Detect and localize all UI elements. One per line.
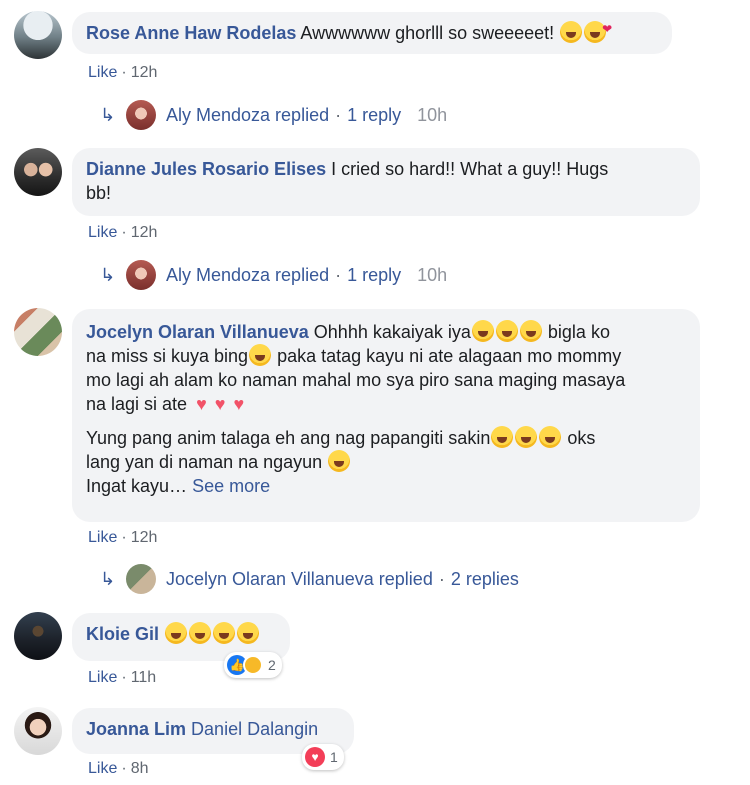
- reactions-summary[interactable]: 👍 2: [224, 652, 282, 678]
- comment-time[interactable]: 8h: [131, 760, 149, 777]
- comment-time[interactable]: 12h: [131, 529, 158, 546]
- comment-text: oks: [567, 428, 596, 448]
- comment-bubble: Rose Anne Haw Rodelas Awwwwww ghorlll so…: [72, 12, 672, 54]
- comment-text: lang yan di naman na ngayun: [86, 452, 323, 472]
- see-more-link[interactable]: See more: [192, 476, 270, 496]
- like-button[interactable]: Like: [88, 760, 117, 777]
- comment-meta: Like · 8h: [88, 760, 149, 777]
- comment-author[interactable]: Dianne Jules Rosario Elises: [86, 159, 326, 179]
- comment-text: na miss si kuya bing: [86, 346, 249, 366]
- avatar[interactable]: [14, 308, 62, 356]
- comment-author[interactable]: Rose Anne Haw Rodelas: [86, 23, 296, 43]
- heart-emoji-icon: ♥: [196, 394, 207, 414]
- replies-link[interactable]: ↳ Aly Mendoza replied · 1 reply 10h: [100, 260, 447, 290]
- replier-name[interactable]: Aly Mendoza replied: [166, 265, 329, 286]
- comment-text: Awwwwww ghorlll so sweeeeet!: [300, 23, 555, 43]
- comment-author[interactable]: Joanna Lim: [86, 719, 186, 739]
- comment-text: bb!: [86, 183, 112, 203]
- laughing-emoji-icon: [491, 426, 514, 448]
- comment-time[interactable]: 12h: [131, 224, 158, 241]
- like-button[interactable]: Like: [88, 669, 117, 686]
- laughing-emoji-icon: [328, 450, 351, 472]
- comment-text: I cried so hard!! What a guy!! Hugs: [331, 159, 609, 179]
- replier-name[interactable]: Jocelyn Olaran Villanueva replied: [166, 569, 433, 590]
- mention-link[interactable]: Daniel Dalangin: [191, 719, 318, 739]
- comment-bubble: Dianne Jules Rosario Elises I cried so h…: [72, 148, 700, 216]
- replier-name[interactable]: Aly Mendoza replied: [166, 105, 329, 126]
- like-button[interactable]: Like: [88, 64, 117, 81]
- reply-count[interactable]: 1 reply: [347, 265, 401, 286]
- comment-author[interactable]: Jocelyn Olaran Villanueva: [86, 322, 309, 342]
- comment-text: bigla ko: [547, 322, 610, 342]
- avatar[interactable]: [14, 11, 62, 59]
- reply-time: 10h: [417, 264, 448, 285]
- like-button[interactable]: Like: [88, 224, 117, 241]
- reply-count[interactable]: 2 replies: [451, 569, 519, 590]
- replies-link[interactable]: ↳ Aly Mendoza replied · 1 reply 10h: [100, 100, 447, 130]
- crying-emoji-icon: [189, 622, 212, 644]
- comment-time[interactable]: 11h: [131, 669, 157, 686]
- comment-time[interactable]: 12h: [131, 64, 158, 81]
- crying-emoji-icon: [213, 622, 236, 644]
- reaction-count: 1: [330, 749, 338, 765]
- comment-text: paka tatag kayu ni ate alagaan mo mommy: [277, 346, 622, 366]
- avatar[interactable]: [14, 612, 62, 660]
- love-reaction-icon: ♥: [305, 747, 325, 767]
- comment-bubble: Jocelyn Olaran Villanueva Ohhhh kakaiyak…: [72, 309, 700, 522]
- crying-emoji-icon: [560, 21, 583, 43]
- reply-count[interactable]: 1 reply: [347, 105, 401, 126]
- comment-meta: Like · 12h: [88, 529, 158, 546]
- comment-meta: Like · 12h: [88, 64, 158, 81]
- reactions-summary[interactable]: ♥ 1: [302, 744, 344, 770]
- heart-emoji-icon: ♥: [233, 394, 245, 414]
- crying-emoji-icon: [519, 320, 542, 342]
- reaction-count: 2: [268, 657, 276, 673]
- avatar[interactable]: [14, 148, 62, 196]
- comment-text: Yung pang anim talaga eh ang nag papangi…: [86, 428, 491, 448]
- crying-emoji-icon: [495, 320, 518, 342]
- avatar: [126, 564, 156, 594]
- crying-emoji-icon: [165, 622, 188, 644]
- avatar: [126, 260, 156, 290]
- replies-link[interactable]: ↳ Jocelyn Olaran Villanueva replied · 2 re…: [100, 564, 519, 594]
- laughing-emoji-icon: [539, 426, 562, 448]
- crying-emoji-icon: [471, 320, 494, 342]
- comment-text: mo lagi ah alam ko naman mahal mo sya pi…: [86, 370, 626, 390]
- comment-author[interactable]: Kloie Gil: [86, 624, 159, 644]
- laughing-emoji-icon: [515, 426, 538, 448]
- crying-emoji-icon: [249, 344, 272, 366]
- comment-meta: Like · 12h: [88, 224, 158, 241]
- crying-emoji-icon: [237, 622, 260, 644]
- comment-meta: Like · 11h: [88, 669, 157, 686]
- heart-eyes-emoji-icon: [584, 17, 612, 43]
- like-button[interactable]: Like: [88, 529, 117, 546]
- comment-text: Ohhhh kakaiyak iya: [313, 322, 471, 342]
- comment-text: Ingat kayu…: [86, 476, 188, 496]
- avatar: [126, 100, 156, 130]
- reply-arrow-icon: ↳: [100, 264, 116, 285]
- care-reaction-icon: [243, 655, 263, 675]
- reply-arrow-icon: ↳: [100, 104, 116, 125]
- comment-text: na lagi si ate: [86, 394, 188, 414]
- heart-emoji-icon: ♥: [214, 394, 226, 414]
- avatar[interactable]: [14, 707, 62, 755]
- reply-arrow-icon: ↳: [100, 568, 116, 589]
- reply-time: 10h: [417, 104, 448, 125]
